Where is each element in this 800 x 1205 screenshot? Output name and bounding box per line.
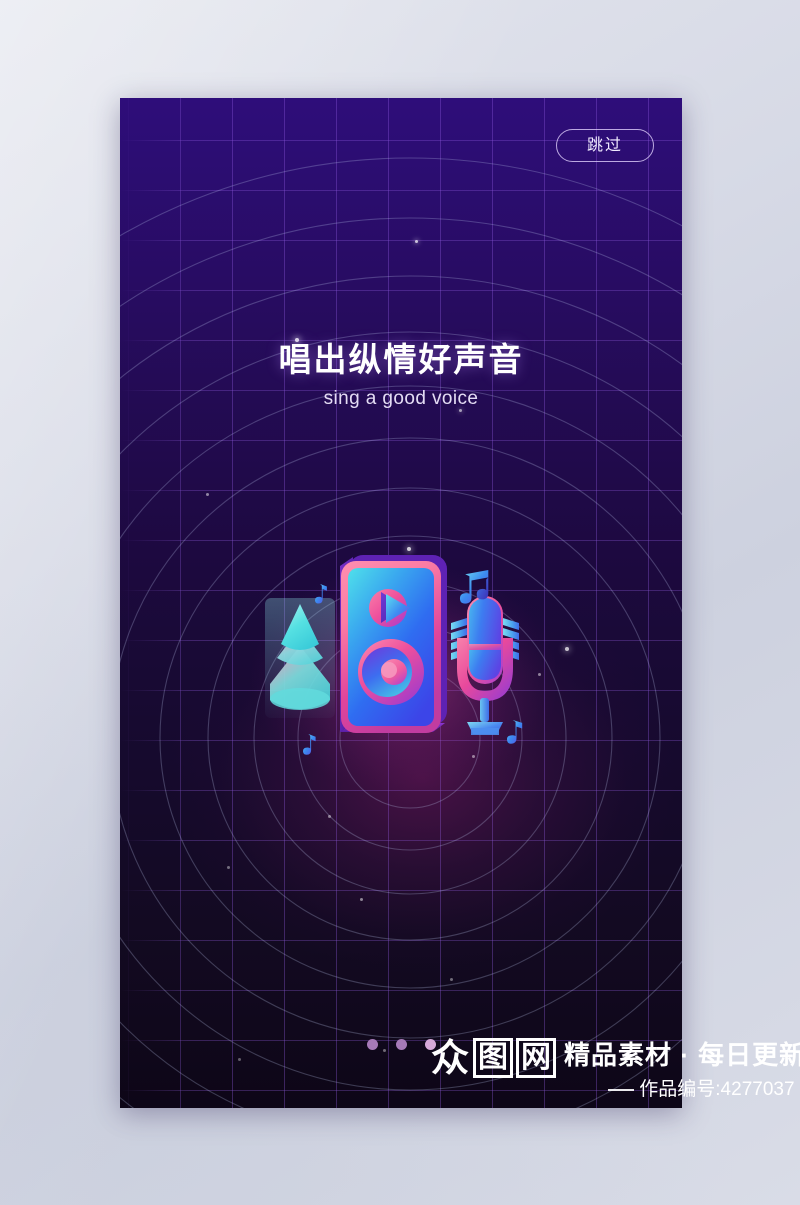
watermark-slogan-right: 每日更新	[698, 1040, 800, 1070]
pagination-dot-2[interactable]	[395, 1039, 407, 1050]
pagination-dot-1[interactable]	[366, 1039, 378, 1050]
woofer-rings	[358, 639, 424, 705]
background-star	[328, 815, 331, 818]
background-star	[450, 978, 453, 981]
page-subtitle: sing a good voice	[323, 388, 479, 409]
background-star	[565, 647, 569, 651]
cone-base-ellipse	[270, 688, 330, 710]
background-star	[227, 866, 230, 869]
app-screen: 跳过 唱出纵情好声音 sing a good voice	[120, 98, 682, 1108]
woofer-highlight	[381, 662, 397, 678]
mic-base-plate	[471, 728, 499, 735]
mic-capsule-lower	[469, 650, 501, 680]
background-star	[206, 493, 209, 496]
background-star	[415, 240, 418, 243]
pagination-dots[interactable]	[120, 1039, 682, 1050]
page-backdrop: 跳过 唱出纵情好声音 sing a good voice 众 图 网 精品素材 …	[0, 0, 800, 1205]
mic-stem	[480, 698, 489, 722]
light-cone	[265, 598, 335, 718]
background-star	[238, 1058, 241, 1061]
background-star	[360, 898, 363, 901]
mic-band	[469, 644, 501, 650]
skip-button[interactable]: 跳过	[556, 129, 654, 162]
page-title: 唱出纵情好声音	[278, 341, 524, 378]
speaker-panel	[340, 555, 447, 733]
illustration-music-scene	[250, 555, 555, 793]
pagination-dot-3[interactable]	[424, 1039, 436, 1050]
